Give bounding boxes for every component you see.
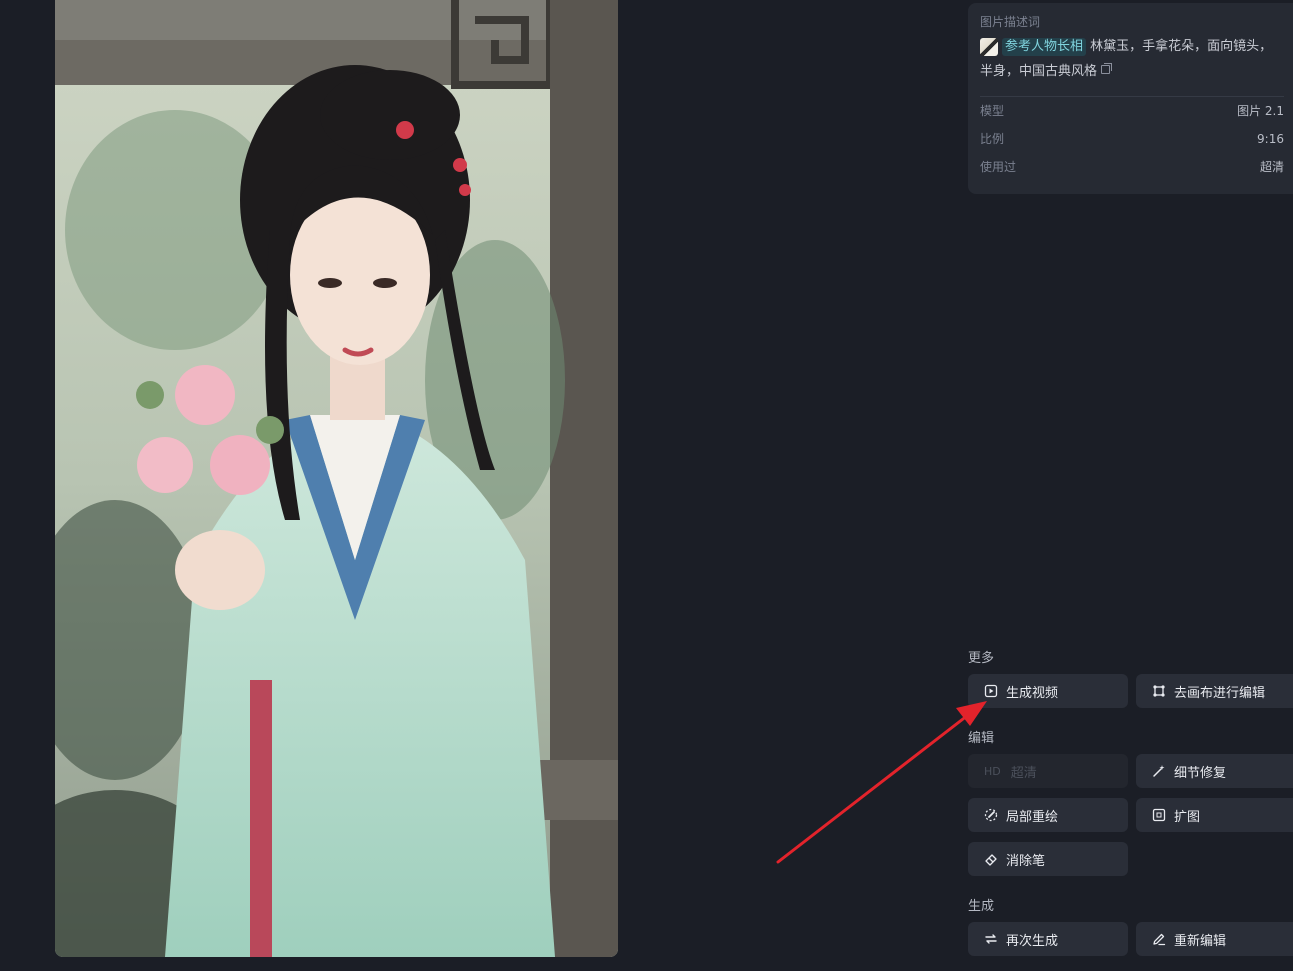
- generate-video-label: 生成视频: [1006, 685, 1059, 701]
- inpaint-label: 局部重绘: [1006, 809, 1059, 825]
- inpaint-button[interactable]: 局部重绘: [968, 798, 1128, 832]
- re-edit-label: 重新编辑: [1174, 933, 1227, 949]
- meta-value: 超清: [1259, 160, 1284, 174]
- generate-video-button[interactable]: 生成视频: [968, 674, 1128, 708]
- prompt-line-2: 半身，中国古典风格: [980, 64, 1098, 79]
- section-more-title: 更多: [968, 651, 995, 666]
- generated-image[interactable]: [55, 0, 618, 957]
- section-generate-title: 生成: [968, 899, 995, 914]
- outpaint-label: 扩图: [1174, 809, 1201, 825]
- refresh-icon: [984, 932, 998, 946]
- video-plus-icon: [984, 684, 998, 698]
- eraser-icon: [984, 852, 998, 866]
- reference-thumbnail: [980, 37, 998, 56]
- regenerate-label: 再次生成: [1006, 933, 1059, 949]
- re-edit-button[interactable]: 重新编辑: [1136, 922, 1293, 956]
- image-illustration: [55, 0, 618, 957]
- meta-row-ratio: 比例 9:16: [980, 125, 1284, 153]
- meta-row-model: 模型 图片 2.1: [980, 97, 1284, 125]
- image-info-card: 图片描述词 参考人物长相 林黛玉，手拿花朵，面向镜头， 半身，中国古典风格 模型…: [968, 3, 1293, 194]
- meta-value: 9:16: [1257, 132, 1284, 146]
- prompt-caption: 图片描述词: [980, 15, 1041, 29]
- meta-label: 使用过: [980, 160, 1017, 174]
- reference-chip[interactable]: 参考人物长相: [980, 37, 1087, 56]
- upscale-button[interactable]: HD 超清: [968, 754, 1128, 788]
- prompt-line-1: 林黛玉，手拿花朵，面向镜头，: [1090, 39, 1273, 54]
- pencil-icon: [1152, 932, 1166, 946]
- detail-fix-button[interactable]: 细节修复: [1136, 754, 1293, 788]
- upscale-label: 超清: [1010, 765, 1037, 781]
- regenerate-button[interactable]: 再次生成: [968, 922, 1128, 956]
- eraser-label: 消除笔: [1006, 853, 1046, 869]
- eraser-button[interactable]: 消除笔: [968, 842, 1128, 876]
- reference-label: 参考人物长相: [1002, 37, 1087, 56]
- brush-icon: [984, 808, 998, 822]
- expand-icon: [1152, 808, 1166, 822]
- outpaint-button[interactable]: 扩图: [1136, 798, 1293, 832]
- canvas-edit-button[interactable]: 去画布进行编辑: [1136, 674, 1293, 708]
- hd-icon: HD: [984, 764, 1001, 778]
- canvas-icon: [1152, 684, 1166, 698]
- meta-label: 模型: [980, 104, 1005, 118]
- section-edit-title: 编辑: [968, 731, 995, 746]
- meta-label: 比例: [980, 132, 1005, 146]
- canvas-edit-label: 去画布进行编辑: [1174, 685, 1266, 701]
- meta-row-used: 使用过 超清: [980, 153, 1284, 181]
- detail-fix-label: 细节修复: [1174, 765, 1227, 781]
- prompt-text[interactable]: 参考人物长相 林黛玉，手拿花朵，面向镜头， 半身，中国古典风格: [980, 34, 1280, 84]
- meta-value: 图片 2.1: [1237, 104, 1284, 118]
- magic-wand-icon: [1152, 764, 1166, 778]
- copy-icon[interactable]: [1101, 63, 1113, 74]
